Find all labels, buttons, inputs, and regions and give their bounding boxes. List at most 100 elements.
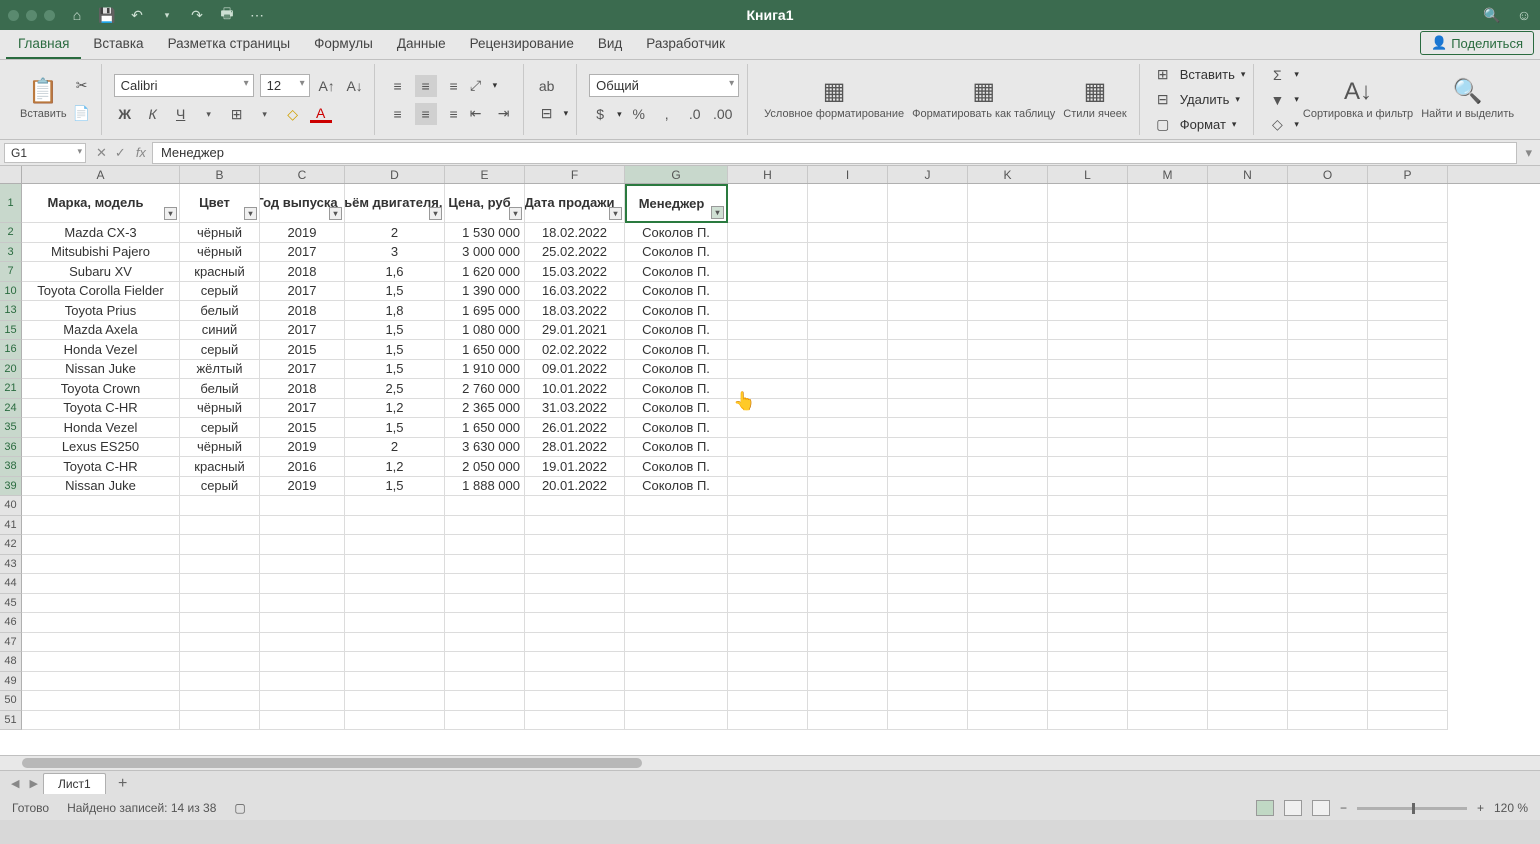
- cell[interactable]: [445, 516, 525, 536]
- cell[interactable]: [1048, 711, 1128, 731]
- cell[interactable]: 2016: [260, 457, 345, 477]
- cell[interactable]: [22, 652, 180, 672]
- cell[interactable]: [22, 574, 180, 594]
- percent-icon[interactable]: %: [628, 103, 650, 125]
- cell[interactable]: Соколов П.: [625, 262, 728, 282]
- cell[interactable]: Соколов П.: [625, 477, 728, 497]
- cell[interactable]: [1208, 379, 1288, 399]
- cell[interactable]: [1048, 360, 1128, 380]
- cell[interactable]: 1 888 000: [445, 477, 525, 497]
- cell[interactable]: 2019: [260, 438, 345, 458]
- row-header[interactable]: 40: [0, 496, 22, 516]
- cell[interactable]: [525, 555, 625, 575]
- cell[interactable]: [888, 184, 968, 223]
- cell[interactable]: [1288, 711, 1368, 731]
- cell[interactable]: [968, 321, 1048, 341]
- cell[interactable]: [1368, 496, 1448, 516]
- cell[interactable]: [260, 516, 345, 536]
- number-format-select[interactable]: Общий: [589, 74, 739, 97]
- filter-button[interactable]: ▾: [609, 207, 622, 220]
- cell[interactable]: [968, 711, 1048, 731]
- ribbon-tab-7[interactable]: Разработчик: [634, 30, 737, 59]
- cell[interactable]: [968, 379, 1048, 399]
- borders-dropdown-icon[interactable]: ▾: [254, 103, 276, 125]
- cell[interactable]: [1048, 516, 1128, 536]
- cell[interactable]: [525, 594, 625, 614]
- close-window-icon[interactable]: [8, 10, 19, 21]
- cell[interactable]: Соколов П.: [625, 301, 728, 321]
- row-header[interactable]: 51: [0, 711, 22, 731]
- cell[interactable]: Соколов П.: [625, 223, 728, 243]
- page-layout-view-button[interactable]: [1284, 800, 1302, 816]
- cell[interactable]: Nissan Juke: [22, 360, 180, 380]
- accept-formula-icon[interactable]: ✓: [115, 145, 126, 161]
- cell[interactable]: [888, 594, 968, 614]
- cell[interactable]: белый: [180, 379, 260, 399]
- ribbon-tab-5[interactable]: Рецензирование: [458, 30, 586, 59]
- cell[interactable]: [968, 282, 1048, 302]
- print-icon[interactable]: 🖶: [219, 7, 235, 23]
- cell[interactable]: [1048, 594, 1128, 614]
- font-name-select[interactable]: Calibri: [114, 74, 254, 97]
- row-header[interactable]: 21: [0, 379, 22, 399]
- cell[interactable]: [808, 184, 888, 223]
- cell[interactable]: Дата продажи▾: [525, 184, 625, 223]
- cell[interactable]: [1048, 457, 1128, 477]
- cell[interactable]: [1368, 535, 1448, 555]
- filter-button[interactable]: ▾: [329, 207, 342, 220]
- cell[interactable]: Марка, модель▾: [22, 184, 180, 223]
- search-icon[interactable]: 🔍: [1484, 7, 1500, 23]
- cell[interactable]: 3: [345, 243, 445, 263]
- cell[interactable]: [1048, 438, 1128, 458]
- cell[interactable]: [728, 652, 808, 672]
- cell[interactable]: [445, 555, 525, 575]
- cell[interactable]: [1208, 672, 1288, 692]
- cell[interactable]: [1128, 340, 1208, 360]
- cell[interactable]: Соколов П.: [625, 438, 728, 458]
- cell[interactable]: [1048, 574, 1128, 594]
- cell[interactable]: [180, 574, 260, 594]
- cell[interactable]: [22, 711, 180, 731]
- cell[interactable]: [888, 496, 968, 516]
- cell[interactable]: 19.01.2022: [525, 457, 625, 477]
- cell[interactable]: [728, 633, 808, 653]
- cell[interactable]: [1048, 340, 1128, 360]
- cell[interactable]: 2,5: [345, 379, 445, 399]
- row-header[interactable]: 44: [0, 574, 22, 594]
- cell[interactable]: [1288, 418, 1368, 438]
- row-header[interactable]: 3: [0, 243, 22, 263]
- cell[interactable]: [808, 457, 888, 477]
- row-header[interactable]: 50: [0, 691, 22, 711]
- cell[interactable]: [728, 184, 808, 223]
- increase-font-icon[interactable]: A↑: [316, 75, 338, 97]
- cell[interactable]: 1,2: [345, 457, 445, 477]
- cell[interactable]: [968, 340, 1048, 360]
- cell[interactable]: [1208, 691, 1288, 711]
- cell[interactable]: [1368, 262, 1448, 282]
- format-as-table-button[interactable]: ▦Форматировать как таблицу: [908, 76, 1059, 123]
- cell[interactable]: [1288, 399, 1368, 419]
- cell[interactable]: Toyota Corolla Fielder: [22, 282, 180, 302]
- cell[interactable]: 28.01.2022: [525, 438, 625, 458]
- cell[interactable]: [728, 223, 808, 243]
- cell[interactable]: [525, 574, 625, 594]
- row-header[interactable]: 35: [0, 418, 22, 438]
- ribbon-tab-0[interactable]: Главная: [6, 30, 81, 59]
- cell[interactable]: [888, 691, 968, 711]
- cell[interactable]: [22, 691, 180, 711]
- cell[interactable]: [1208, 516, 1288, 536]
- cell[interactable]: [1048, 477, 1128, 497]
- row-header[interactable]: 49: [0, 672, 22, 692]
- normal-view-button[interactable]: [1256, 800, 1274, 816]
- cell[interactable]: [808, 340, 888, 360]
- cell[interactable]: [525, 711, 625, 731]
- cell[interactable]: [1208, 321, 1288, 341]
- cell[interactable]: [808, 301, 888, 321]
- cell[interactable]: [1368, 379, 1448, 399]
- cell[interactable]: жёлтый: [180, 360, 260, 380]
- cell[interactable]: [1048, 243, 1128, 263]
- cell[interactable]: [1208, 438, 1288, 458]
- underline-button[interactable]: Ч: [170, 103, 192, 125]
- cell[interactable]: [22, 496, 180, 516]
- cell[interactable]: 2018: [260, 262, 345, 282]
